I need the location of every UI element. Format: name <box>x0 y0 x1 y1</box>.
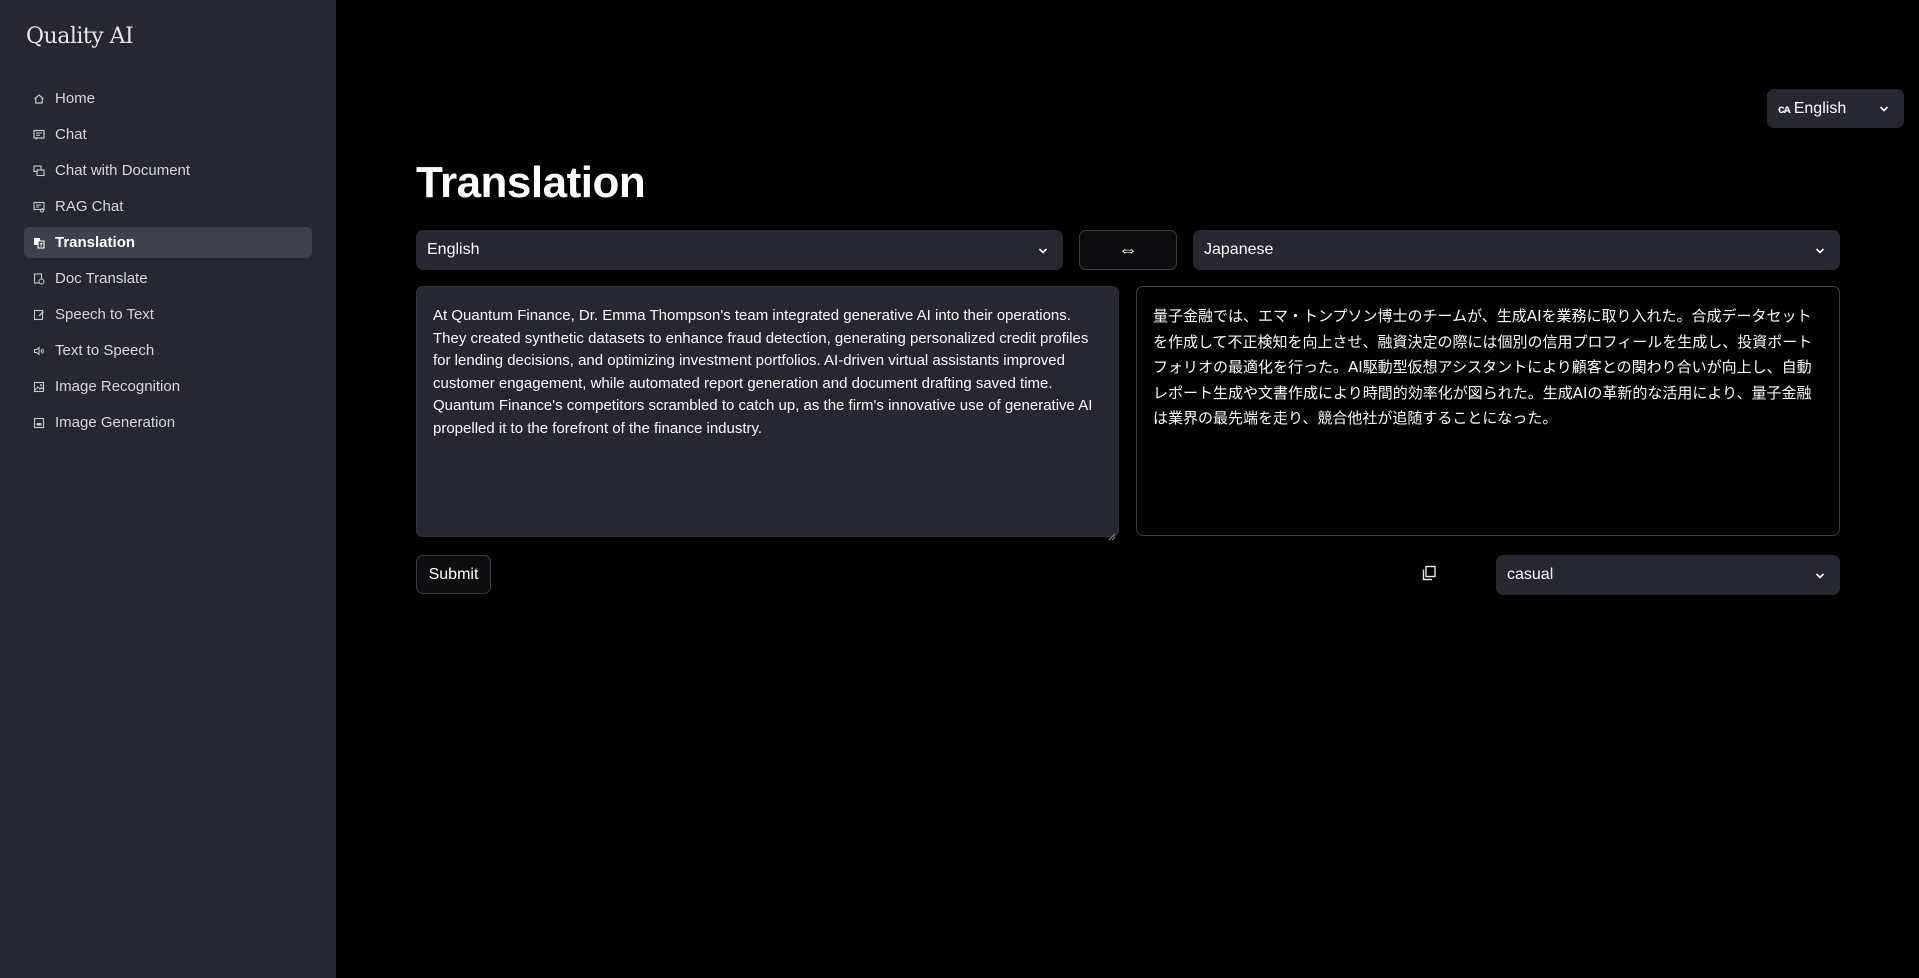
translate-icon: ᴄᴀ <box>1778 101 1791 116</box>
app-root: Quality AI Home Chat Chat with Document <box>0 0 1919 978</box>
text-to-speech-icon <box>33 345 45 357</box>
sidebar-item-label: Doc Translate <box>55 270 148 287</box>
sidebar-item-label: Image Recognition <box>55 378 181 395</box>
sidebar-item-label: RAG Chat <box>55 198 124 215</box>
sidebar: Quality AI Home Chat Chat with Document <box>0 0 336 978</box>
sidebar-item-speech-to-text[interactable]: Speech to Text <box>24 299 312 330</box>
ui-language-value: English <box>1793 99 1847 117</box>
sidebar-item-rag-chat[interactable]: RAG Chat <box>24 191 312 222</box>
swap-languages-button[interactable]: ⇔ <box>1079 230 1177 270</box>
resize-handle-icon[interactable] <box>1108 526 1116 541</box>
translated-text-value: 量子金融では、エマ・トンプソン博士のチームが、生成AIを業務に取り入れた。合成デ… <box>1153 307 1813 427</box>
sidebar-item-home[interactable]: Home <box>24 83 312 114</box>
sidebar-item-doc-translate[interactable]: Doc Translate <box>24 263 312 294</box>
chevron-down-icon <box>1814 244 1826 262</box>
tone-value: casual <box>1507 566 1554 583</box>
copy-icon[interactable] <box>1421 565 1437 581</box>
submit-button[interactable]: Submit <box>416 555 491 594</box>
sidebar-item-label: Speech to Text <box>55 306 154 323</box>
sidebar-item-text-to-speech[interactable]: Text to Speech <box>24 335 312 366</box>
sidebar-item-label: Text to Speech <box>55 342 155 359</box>
chevron-down-icon <box>1814 569 1826 587</box>
chat-icon <box>33 129 45 141</box>
source-text-input[interactable]: At Quantum Finance, Dr. Emma Thompson's … <box>416 286 1119 541</box>
sidebar-item-chat[interactable]: Chat <box>24 119 312 150</box>
target-language-value: Japanese <box>1204 241 1274 258</box>
source-language-value: English <box>427 241 480 258</box>
rag-chat-icon <box>33 201 45 213</box>
sidebar-item-label: Chat with Document <box>55 162 191 179</box>
image-generation-icon <box>33 417 45 429</box>
doc-translate-icon <box>33 272 45 285</box>
sidebar-item-chat-with-document[interactable]: Chat with Document <box>24 155 312 186</box>
image-recognition-icon <box>33 381 45 393</box>
chevron-down-icon <box>1878 102 1890 120</box>
translated-text-output[interactable]: 量子金融では、エマ・トンプソン博士のチームが、生成AIを業務に取り入れた。合成デ… <box>1136 286 1840 536</box>
chevron-down-icon <box>1037 244 1049 262</box>
sidebar-item-label: Home <box>55 90 96 107</box>
sidebar-item-image-generation[interactable]: Image Generation <box>24 407 312 438</box>
source-language-select[interactable]: English <box>416 230 1063 270</box>
speech-to-text-icon <box>33 309 45 321</box>
sidebar-nav: Home Chat Chat with Document RAG Chat Tr… <box>24 83 312 443</box>
sidebar-item-label: Chat <box>55 126 87 143</box>
home-icon <box>33 93 45 105</box>
sidebar-item-translation[interactable]: Translation <box>24 227 312 258</box>
tone-select[interactable]: casual <box>1496 555 1840 595</box>
chat-document-icon <box>33 164 45 177</box>
page-title: Translation <box>416 158 646 207</box>
sidebar-item-label: Translation <box>55 234 136 251</box>
target-language-select[interactable]: Japanese <box>1193 230 1840 270</box>
sidebar-item-label: Image Generation <box>55 414 176 431</box>
ui-language-select[interactable]: ᴄᴀ English <box>1767 89 1904 128</box>
source-text-value: At Quantum Finance, Dr. Emma Thompson's … <box>433 307 1093 437</box>
brand-logo: Quality AI <box>26 24 134 49</box>
swap-icon: ⇔ <box>1118 238 1138 261</box>
translation-icon <box>33 237 45 249</box>
sidebar-item-image-recognition[interactable]: Image Recognition <box>24 371 312 402</box>
